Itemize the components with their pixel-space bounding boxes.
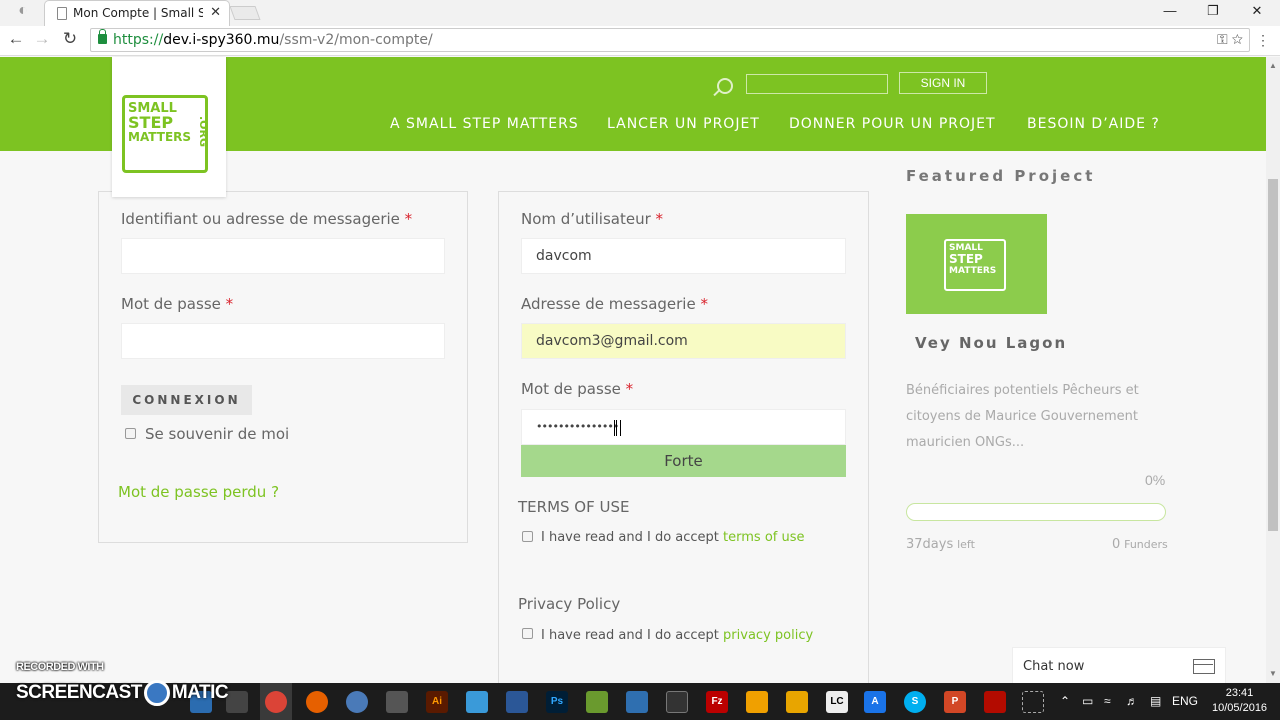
network-app-icon[interactable] <box>346 691 368 713</box>
featured-heading: Featured Project <box>906 167 1096 185</box>
recorder-watermark-text: RECORDED WITH <box>16 661 104 673</box>
featured-description: Bénéficiaires potentiels Pêcheurs et cit… <box>906 383 1139 450</box>
register-password-label: Mot de passe * <box>521 380 634 398</box>
terms-heading: TERMS OF USE <box>518 498 630 516</box>
register-email-input[interactable]: davcom3@gmail.com <box>521 323 846 359</box>
login-username-input[interactable] <box>121 238 445 274</box>
register-email-label: Adresse de messagerie * <box>521 295 708 313</box>
funding-progress-bar <box>906 503 1166 521</box>
nav-donner-pour-un-projet[interactable]: DONNER POUR UN PROJET <box>789 116 996 132</box>
acrobat-icon[interactable] <box>984 691 1006 713</box>
security-app-icon[interactable] <box>786 691 808 713</box>
terminal-icon[interactable] <box>666 691 688 713</box>
screencast-o-icon <box>143 680 170 706</box>
chat-widget[interactable]: Chat now <box>1012 647 1226 685</box>
firefox-icon[interactable] <box>306 691 328 713</box>
lost-password-link[interactable]: Mot de passe perdu ? <box>118 483 279 501</box>
funders-count: 0 Funders <box>1112 537 1168 552</box>
remote-desktop-icon[interactable] <box>506 691 528 713</box>
calculator-icon[interactable] <box>386 691 408 713</box>
url-text: https://dev.i-spy360.mu/ssm-v2/mon-compt… <box>113 32 433 48</box>
volume-icon[interactable]: ♬ <box>1126 694 1138 708</box>
privacy-link[interactable]: privacy policy <box>723 628 813 643</box>
scroll-up-icon[interactable]: ▲ <box>1269 61 1277 70</box>
powerpoint-icon[interactable]: P <box>944 691 966 713</box>
reload-icon[interactable]: ↻ <box>59 29 81 49</box>
address-bar[interactable]: https://dev.i-spy360.mu/ssm-v2/mon-compt… <box>90 28 1250 52</box>
text-cursor-icon <box>614 420 621 436</box>
app-green-icon[interactable] <box>586 691 608 713</box>
lock-icon <box>98 29 107 44</box>
battery-icon[interactable]: ▭ <box>1082 694 1093 708</box>
wifi-icon[interactable]: ≈ <box>1104 694 1111 708</box>
browser-tabstrip: ◐ Mon Compte | Small Step ✕ — ❐ ✕ <box>0 0 1280 26</box>
password-strength-indicator: Forte <box>521 445 846 477</box>
login-password-input[interactable] <box>121 323 445 359</box>
featured-logo: SMALL STEP MATTERS <box>944 239 1006 291</box>
settings-app-icon[interactable] <box>746 691 768 713</box>
privacy-accept-label: I have read and I do accept privacy poli… <box>541 628 814 643</box>
store-icon[interactable] <box>226 691 248 713</box>
notification-icon[interactable]: ▤ <box>1150 694 1161 708</box>
register-username-label: Nom d’utilisateur * <box>521 210 664 228</box>
recorder-watermark-logo: SCREENCAST MATIC <box>16 680 229 706</box>
remember-me-checkbox[interactable] <box>125 428 136 439</box>
sign-in-button[interactable]: SIGN IN <box>899 72 987 94</box>
close-tab-icon[interactable]: ✕ <box>210 4 221 20</box>
featured-project-image[interactable]: SMALL STEP MATTERS <box>906 214 1047 314</box>
privacy-checkbox[interactable] <box>522 628 533 639</box>
close-window-icon[interactable]: ✕ <box>1242 3 1272 19</box>
minimize-icon[interactable]: — <box>1155 3 1185 18</box>
task-view-icon[interactable] <box>1022 691 1044 713</box>
lc-app-icon[interactable]: LC <box>826 691 848 713</box>
skype-icon[interactable]: S <box>904 691 926 713</box>
browser-menu-icon[interactable]: ⋮ <box>1256 32 1270 49</box>
login-password-label: Mot de passe * <box>121 295 234 313</box>
nav-besoin-d-aide[interactable]: BESOIN D’AIDE ? <box>1027 116 1160 132</box>
search-icon[interactable] <box>717 78 733 94</box>
photoshop-icon[interactable]: Ps <box>546 691 568 713</box>
featured-percent: 0% <box>1145 472 1166 488</box>
browser-tab[interactable]: Mon Compte | Small Step ✕ <box>44 0 230 26</box>
login-username-label: Identifiant ou adresse de messagerie * <box>121 210 413 228</box>
illustrator-icon[interactable]: Ai <box>426 691 448 713</box>
days-left: 37days left <box>906 537 975 552</box>
new-tab-button[interactable] <box>229 6 261 20</box>
terms-accept-label: I have read and I do accept terms of use <box>541 530 805 545</box>
back-icon[interactable]: ← <box>5 29 27 49</box>
register-username-input[interactable]: davcom <box>521 238 846 274</box>
header-search-input[interactable] <box>746 74 888 94</box>
logo-mark: SMALL STEP MATTERS .ORG <box>122 95 210 173</box>
chrome-icon[interactable] <box>265 691 287 713</box>
site-logo[interactable]: SMALL STEP MATTERS .ORG <box>112 57 226 197</box>
clock[interactable]: 23:41 10/05/2016 <box>1212 686 1267 716</box>
remember-me-label: Se souvenir de moi <box>145 425 290 443</box>
scroll-down-icon[interactable]: ▼ <box>1269 669 1277 678</box>
window-app-icon[interactable] <box>626 691 648 713</box>
nav-lancer-un-projet[interactable]: LANCER UN PROJET <box>607 116 760 132</box>
forward-icon[interactable]: → <box>31 29 53 49</box>
terms-link[interactable]: terms of use <box>723 530 804 545</box>
privacy-heading: Privacy Policy <box>518 595 621 613</box>
a-app-icon[interactable]: A <box>864 691 886 713</box>
terms-checkbox[interactable] <box>522 531 533 542</box>
restore-icon[interactable]: ❐ <box>1198 3 1228 19</box>
page-icon <box>57 7 67 20</box>
nav-a-small-step-matters[interactable]: A SMALL STEP MATTERS <box>390 116 579 132</box>
scroll-thumb[interactable] <box>1268 179 1278 531</box>
chat-window-icon[interactable] <box>1193 659 1215 674</box>
incognito-icon: ◐ <box>18 2 28 19</box>
featured-project-name[interactable]: Vey Nou Lagon <box>915 334 1067 352</box>
language-indicator[interactable]: ENG <box>1172 694 1198 708</box>
filezilla-icon[interactable]: Fz <box>706 691 728 713</box>
chat-label: Chat now <box>1023 659 1085 674</box>
tab-title: Mon Compte | Small Step <box>73 6 203 20</box>
bookmark-star-icon[interactable]: ⚿ ☆ <box>1217 31 1243 48</box>
tray-chevron-icon[interactable]: ⌃ <box>1060 694 1070 708</box>
connexion-button[interactable]: CONNEXION <box>121 385 252 415</box>
browser-toolbar: ← → ↻ https://dev.i-spy360.mu/ssm-v2/mon… <box>0 26 1280 56</box>
register-password-input[interactable]: ••••••••••••••• <box>521 409 846 445</box>
notepad-icon[interactable] <box>466 691 488 713</box>
page-scrollbar[interactable]: ▲ ▼ <box>1266 57 1280 683</box>
